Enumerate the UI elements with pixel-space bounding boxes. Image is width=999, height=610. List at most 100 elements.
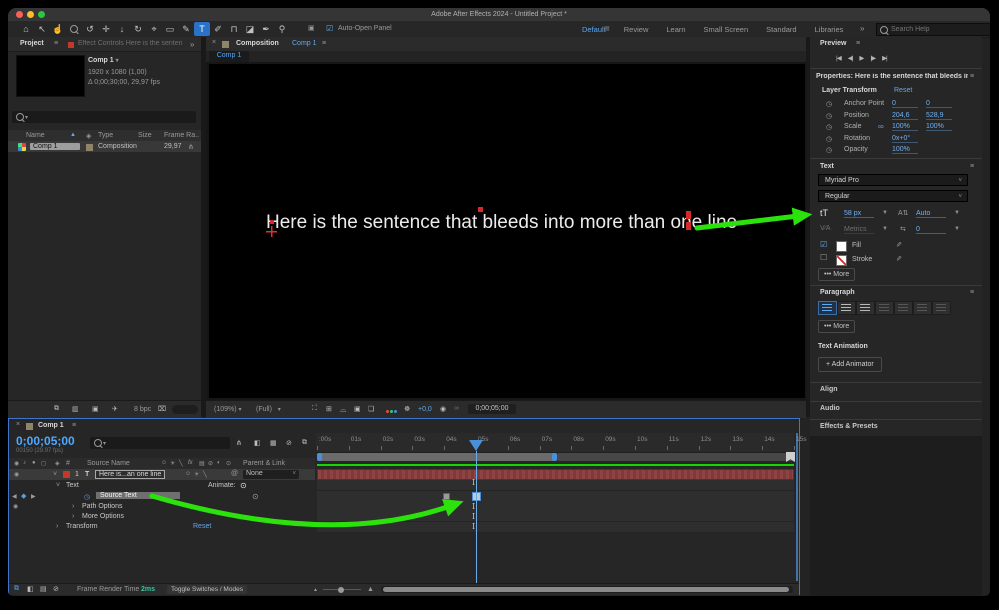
motion-blur-switch-icon[interactable]: ⊘ xyxy=(208,460,213,467)
adjustment-switch-icon[interactable]: ◐ xyxy=(217,460,221,466)
new-composition-icon[interactable]: ▣ xyxy=(92,405,99,413)
project-footer-search[interactable] xyxy=(172,405,198,414)
stopwatch-icon[interactable]: ◷ xyxy=(826,123,832,131)
timeline-timecode[interactable]: 0;00;05;00 xyxy=(16,434,75,448)
justify-last-center-button[interactable] xyxy=(894,301,913,315)
first-frame-button[interactable]: |◀ xyxy=(836,55,842,62)
new-folder-icon[interactable]: ▥ xyxy=(72,405,79,413)
work-area-bar[interactable] xyxy=(317,453,557,461)
auto-open-checkbox[interactable]: ☑ xyxy=(326,24,333,33)
preview-menu-icon[interactable]: ≡ xyxy=(856,40,860,47)
font-size-value[interactable]: 58 px xyxy=(844,210,874,218)
draft-3d-icon[interactable]: ◧ xyxy=(254,439,261,447)
stroke-color-swatch[interactable] xyxy=(836,255,847,266)
label-column-icon[interactable]: ◈ xyxy=(55,460,60,467)
audio-column-icon[interactable]: ♪ xyxy=(23,460,26,466)
exposure-value[interactable]: +0,0 xyxy=(418,406,432,413)
layer-expand-icon[interactable]: ˅ xyxy=(53,471,57,478)
source-text-keyframe[interactable] xyxy=(443,493,450,500)
add-animator-button[interactable]: + Add Animator xyxy=(818,357,882,372)
transparency-grid-icon[interactable]: ▣ xyxy=(354,405,361,413)
panel-header-effects-presets[interactable]: Effects & Presets xyxy=(810,419,982,432)
toggle-switches-modes-button[interactable]: Toggle Switches / Modes xyxy=(167,585,247,594)
rotation-tool[interactable]: ↻ xyxy=(130,22,146,36)
tracking-value[interactable]: 0 xyxy=(916,226,946,234)
stroke-eyedropper-icon[interactable]: ✎ xyxy=(896,255,902,263)
font-family-select[interactable]: Myriad Pro ˅ xyxy=(818,174,968,186)
align-left-button[interactable] xyxy=(818,301,837,315)
project-menu-icon[interactable]: ≡ xyxy=(54,40,58,47)
property-value[interactable]: 100% xyxy=(892,123,918,131)
mask-visibility-icon[interactable]: ⊞ xyxy=(326,405,332,413)
composition-panel-label[interactable]: Composition xyxy=(236,40,279,47)
path-options-expand-icon[interactable]: › xyxy=(72,503,74,510)
timeline-vertical-scrollbar[interactable] xyxy=(796,433,798,581)
video-column-icon[interactable]: ◉ xyxy=(14,460,19,467)
threed-switch-icon[interactable]: ⊙ xyxy=(226,460,231,467)
path-options-visibility-icon[interactable]: ◉ xyxy=(13,503,18,510)
pen-tool[interactable]: ✎ xyxy=(178,22,194,36)
frame-blend-switch-icon[interactable]: ▤ xyxy=(199,460,205,467)
fill-checkbox[interactable]: ☑ xyxy=(820,240,827,249)
workspace-tab-review[interactable]: Review xyxy=(624,25,649,34)
property-value[interactable]: 528,9 xyxy=(926,112,952,120)
transform-reset-link[interactable]: Reset xyxy=(193,523,211,530)
composition-mini-flowchart-icon[interactable]: ⋔ xyxy=(236,439,242,447)
roto-brush-tool[interactable]: ✒ xyxy=(258,22,274,36)
source-text-stopwatch-icon[interactable]: ◷ xyxy=(84,493,90,501)
layer-visibility-icon[interactable]: ◉ xyxy=(14,471,19,478)
workspace-tab-standard[interactable]: Standard xyxy=(766,25,796,34)
layer-shy-icon[interactable]: ☺ xyxy=(185,471,191,477)
clone-stamp-tool[interactable]: ⊓ xyxy=(226,22,242,36)
stroke-checkbox[interactable]: ☐ xyxy=(820,253,827,262)
playhead-line[interactable] xyxy=(475,451,477,583)
playhead-handle[interactable] xyxy=(469,440,483,451)
transform-group-label[interactable]: Transform xyxy=(66,523,98,530)
text-anchor-point-marker[interactable] xyxy=(266,226,277,237)
delete-item-icon[interactable]: ⌧ xyxy=(158,405,166,413)
channel-icon[interactable] xyxy=(386,408,398,415)
interpret-footage-icon[interactable]: ⧉ xyxy=(54,405,59,413)
viewer-tab-comp1[interactable]: Comp 1 xyxy=(209,51,249,62)
zoom-tool[interactable] xyxy=(66,22,82,36)
last-frame-button[interactable]: ▶| xyxy=(882,55,888,62)
index-column[interactable]: # xyxy=(66,460,70,467)
layer-row[interactable]: ◉ ˅ 1 T Here is...an one line ☺ ☀ ╲ @ No… xyxy=(9,469,315,480)
properties-panel-title[interactable]: Properties: Here is the sentence that bl… xyxy=(816,73,968,80)
font-size-dropdown-icon[interactable]: ▼ xyxy=(882,210,888,216)
work-area-start-handle[interactable] xyxy=(317,453,322,461)
workspace-tab-small-screen[interactable]: Small Screen xyxy=(704,25,749,34)
blend-icon[interactable]: ▤ xyxy=(40,585,47,593)
text-cursor-marker[interactable] xyxy=(686,222,691,230)
workspace-tab-libraries[interactable]: Libraries xyxy=(815,25,844,34)
workspace-grid-icon[interactable]: ▦ xyxy=(604,25,610,32)
property-value[interactable]: 204,6 xyxy=(892,112,918,120)
path-options-label[interactable]: Path Options xyxy=(82,503,122,510)
property-value[interactable]: 100% xyxy=(926,123,952,131)
layer-collapse-icon[interactable]: ☀ xyxy=(194,471,199,478)
selection-tool[interactable]: ↖ xyxy=(34,22,50,36)
resolution-gear-icon[interactable]: ☸ xyxy=(404,405,410,413)
title-action-safe-icon[interactable]: ⌓ xyxy=(340,405,346,415)
rectangle-tool[interactable]: ▭ xyxy=(162,22,178,36)
tab-effect-controls[interactable]: Effect Controls Here is the senten xyxy=(78,40,186,47)
blur-icon[interactable]: ⊘ xyxy=(53,585,59,593)
source-text-include-icon[interactable]: ⊙ xyxy=(252,492,259,501)
leading-dropdown-icon[interactable]: ▼ xyxy=(954,210,960,216)
composition-menu-icon[interactable]: ≡ xyxy=(322,40,326,47)
show-snapshot-icon[interactable]: ∞ xyxy=(454,405,459,412)
workspace-tab-default[interactable]: Default xyxy=(582,25,606,34)
lock-column-icon[interactable]: ◻ xyxy=(41,460,46,467)
justify-last-left-button[interactable] xyxy=(875,301,894,315)
text-group-label[interactable]: Text xyxy=(66,482,79,489)
text-cursor-marker[interactable] xyxy=(686,211,691,219)
stopwatch-icon[interactable]: ◷ xyxy=(826,100,832,108)
text-handle-marker[interactable] xyxy=(270,220,274,224)
composition-mini-flow-icon[interactable]: ⧉ xyxy=(14,585,19,593)
orbit-camera-tool[interactable]: ↺ xyxy=(82,22,98,36)
align-center-button[interactable] xyxy=(837,301,856,315)
align-right-button[interactable] xyxy=(856,301,875,315)
parent-pickwhip-icon[interactable]: @ xyxy=(231,470,238,477)
play-button[interactable]: ▶ xyxy=(859,55,864,62)
draft-icon[interactable]: ◧ xyxy=(27,585,34,593)
